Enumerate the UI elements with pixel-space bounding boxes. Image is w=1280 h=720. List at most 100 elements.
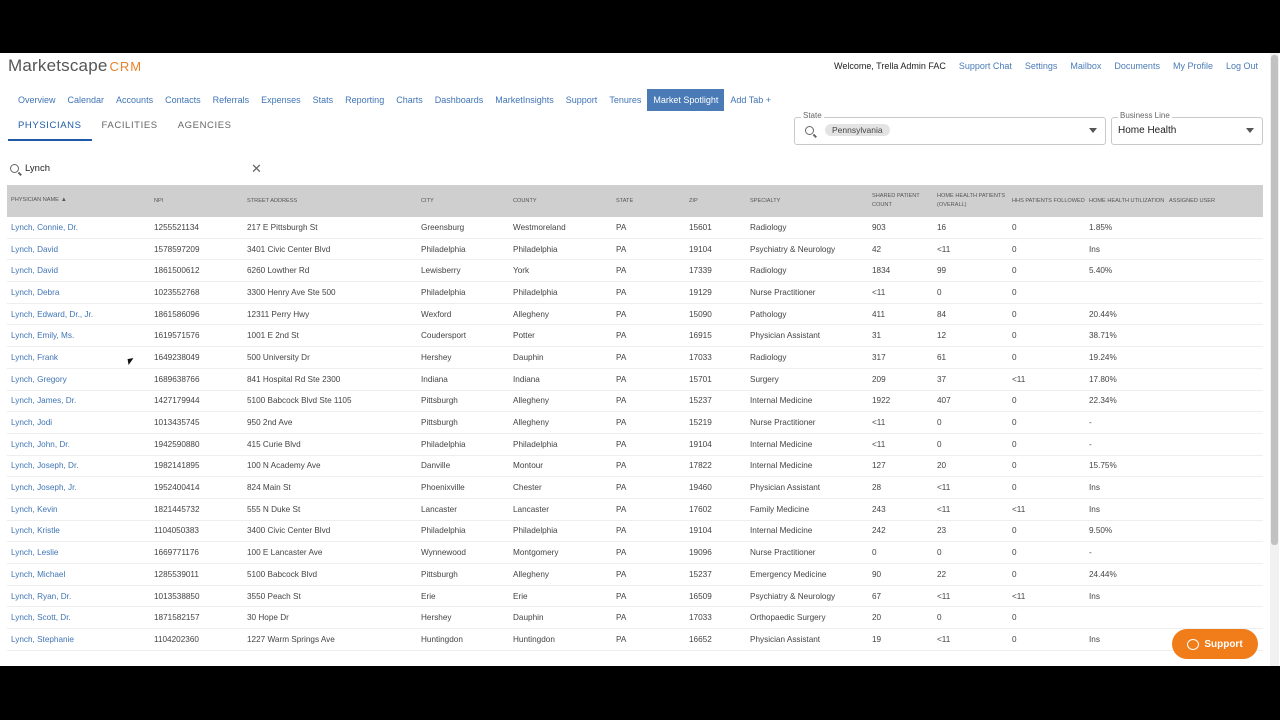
physician-name-link[interactable]: Lynch, Kevin [7, 498, 150, 521]
tab-tenures[interactable]: Tenures [603, 89, 647, 111]
tab-expenses[interactable]: Expenses [255, 89, 307, 111]
table-row[interactable]: Lynch, David 1578597209 3401 Civic Center … [7, 238, 1263, 261]
table-row[interactable]: Lynch, Kristle 1104050383 3400 Civic Cente… [7, 520, 1263, 543]
subtab-facilities[interactable]: FACILITIES [92, 115, 168, 141]
state-chip[interactable]: Pennsylvania [825, 124, 890, 136]
table-cell: <11 [933, 238, 1008, 261]
physician-name-link[interactable]: Lynch, Michael [7, 563, 150, 586]
top-link-mailbox[interactable]: Mailbox [1070, 61, 1101, 71]
top-link-support-chat[interactable]: Support Chat [959, 61, 1012, 71]
table-row[interactable]: Lynch, David 1861500612 6260 Lowther Rd Lew… [7, 259, 1263, 283]
top-link-documents[interactable]: Documents [1114, 61, 1160, 71]
table-cell: Dauphin [509, 346, 612, 369]
table-cell: 0 [933, 541, 1008, 564]
column-header-state[interactable]: STATE [612, 185, 685, 217]
column-header-physician-name[interactable]: PHYSICIAN NAME ▲ [7, 185, 150, 217]
column-header-npi[interactable]: NPI [150, 185, 243, 217]
table-row[interactable]: Lynch, Edward, Dr., Jr. 1861586096 12311 P… [7, 303, 1263, 326]
physician-name-link[interactable]: Lynch, Jodi [7, 411, 150, 434]
scrollbar-thumb[interactable] [1271, 55, 1278, 545]
tab-marketinsights[interactable]: MarketInsights [489, 89, 560, 111]
physician-name-link[interactable]: Lynch, Edward, Dr., Jr. [7, 303, 150, 326]
physician-name-link[interactable]: Lynch, Emily, Ms. [7, 324, 150, 348]
close-icon[interactable]: ✕ [251, 161, 262, 177]
table-row[interactable]: Lynch, Scott, Dr. 1871582157 30 Hope Dr Her… [7, 606, 1263, 630]
tab-dashboards[interactable]: Dashboards [429, 89, 490, 111]
business-line-select[interactable]: Business Line Home Health [1111, 111, 1263, 145]
vertical-scrollbar[interactable] [1270, 53, 1279, 666]
physician-name-link[interactable]: Lynch, Leslie [7, 541, 150, 564]
table-row[interactable]: Lynch, Frank 1649238049 500 University Dr H… [7, 346, 1263, 369]
physician-name-link[interactable]: Lynch, Connie, Dr. [7, 217, 150, 239]
physician-name-link[interactable]: Lynch, David [7, 238, 150, 261]
top-link-log-out[interactable]: Log Out [1226, 61, 1258, 71]
sort-arrow-icon[interactable]: ▲ [61, 197, 67, 203]
column-header-home-health-patients-overall[interactable]: HOME HEALTH PATIENTS (OVERALL) [933, 185, 1008, 217]
table-row[interactable]: Lynch, Jodi 1013435745 950 2nd Ave Pittsbur… [7, 411, 1263, 434]
tab-referrals[interactable]: Referrals [207, 89, 256, 111]
physician-name-link[interactable]: Lynch, Kristle [7, 520, 150, 543]
column-header-assigned-user[interactable]: ASSIGNED USER [1165, 185, 1263, 217]
table-row[interactable]: Lynch, Connie, Dr. 1255521134 217 E Pittsb… [7, 217, 1263, 239]
physician-name-link[interactable]: Lynch, Joseph, Jr. [7, 476, 150, 499]
state-filter[interactable]: State Pennsylvania [794, 111, 1106, 145]
physician-name-link[interactable]: Lynch, James, Dr. [7, 390, 150, 413]
tab-support[interactable]: Support [560, 89, 604, 111]
table-cell [1085, 281, 1165, 304]
tab-overview[interactable]: Overview [12, 89, 62, 111]
table-row[interactable]: Lynch, Kevin 1821445732 555 N Duke St Lanca… [7, 498, 1263, 521]
subtab-physicians[interactable]: PHYSICIANS [8, 115, 92, 141]
table-row[interactable]: Lynch, Michael 1285539011 5100 Babcock Blv… [7, 563, 1263, 586]
table-cell: 19129 [685, 281, 746, 304]
tab-accounts[interactable]: Accounts [110, 89, 159, 111]
column-header-zip[interactable]: ZIP [685, 185, 746, 217]
column-header-shared-patient-count[interactable]: SHARED PATIENT COUNT [868, 185, 933, 217]
table-row[interactable]: Lynch, Stephanie 1104202360 1227 Warm Spri… [7, 628, 1263, 651]
tab-charts[interactable]: Charts [390, 89, 429, 111]
column-header-street-address[interactable]: STREET ADDRESS [243, 185, 417, 217]
chevron-down-icon[interactable] [1089, 128, 1097, 133]
table-cell: <11 [868, 281, 933, 304]
top-link-my-profile[interactable]: My Profile [1173, 61, 1213, 71]
table-row[interactable]: Lynch, Gregory 1689638766 841 Hospital Rd … [7, 368, 1263, 391]
physician-name-link[interactable]: Lynch, Debra [7, 281, 150, 304]
column-header-hhs-patients-followed[interactable]: HHS PATIENTS FOLLOWED [1008, 185, 1085, 217]
table-cell: 209 [868, 368, 933, 391]
table-cell: - [1085, 433, 1165, 456]
tab-contacts[interactable]: Contacts [159, 89, 207, 111]
column-header-county[interactable]: COUNTY [509, 185, 612, 217]
app-logo[interactable]: Marketscape CRM [8, 56, 142, 76]
column-header-city[interactable]: CITY [417, 185, 509, 217]
table-cell: PA [612, 217, 685, 239]
table-row[interactable]: Lynch, Leslie 1669771176 100 E Lancaster A… [7, 541, 1263, 564]
table-row[interactable]: Lynch, John, Dr. 1942590880 415 Curie Blvd… [7, 433, 1263, 456]
top-link-settings[interactable]: Settings [1025, 61, 1058, 71]
physician-name-link[interactable]: Lynch, John, Dr. [7, 433, 150, 456]
physician-name-link[interactable]: Lynch, Gregory [7, 368, 150, 391]
physician-name-link[interactable]: Lynch, Stephanie [7, 628, 150, 651]
tab-reporting[interactable]: Reporting [339, 89, 390, 111]
tab-stats[interactable]: Stats [307, 89, 340, 111]
physician-name-link[interactable]: Lynch, Scott, Dr. [7, 606, 150, 630]
column-header-specialty[interactable]: SPECIALTY [746, 185, 868, 217]
column-header-home-health-utilization[interactable]: HOME HEALTH UTILIZATION [1085, 185, 1165, 217]
physician-name-link[interactable]: Lynch, David [7, 259, 150, 283]
tab-market-spotlight[interactable]: Market Spotlight [647, 89, 725, 111]
table-row[interactable]: Lynch, Joseph, Jr. 1952400414 824 Main St P… [7, 476, 1263, 499]
table-row[interactable]: Lynch, Emily, Ms. 1619571576 1001 E 2nd St… [7, 324, 1263, 348]
physician-name-link[interactable]: Lynch, Ryan, Dr. [7, 585, 150, 608]
physician-search-input[interactable]: Lynch ✕ [8, 159, 263, 177]
physician-name-link[interactable]: Lynch, Joseph, Dr. [7, 455, 150, 478]
subtab-agencies[interactable]: AGENCIES [168, 115, 242, 141]
table-cell: 19104 [685, 238, 746, 261]
table-row[interactable]: Lynch, James, Dr. 1427179944 5100 Babcock … [7, 390, 1263, 413]
table-row[interactable]: Lynch, Debra 1023552768 3300 Henry Ave Ste… [7, 281, 1263, 304]
physician-name-link[interactable]: Lynch, Frank [7, 346, 150, 369]
chevron-down-icon[interactable] [1246, 128, 1254, 133]
tab-add-tab[interactable]: Add Tab + [724, 89, 777, 111]
support-chat-button[interactable]: Support [1172, 629, 1258, 659]
tab-calendar[interactable]: Calendar [62, 89, 111, 111]
table-row[interactable]: Lynch, Joseph, Dr. 1982141895 100 N Academ… [7, 455, 1263, 478]
column-header-label: NPI [154, 197, 164, 204]
table-row[interactable]: Lynch, Ryan, Dr. 1013538850 3550 Peach St E… [7, 585, 1263, 608]
